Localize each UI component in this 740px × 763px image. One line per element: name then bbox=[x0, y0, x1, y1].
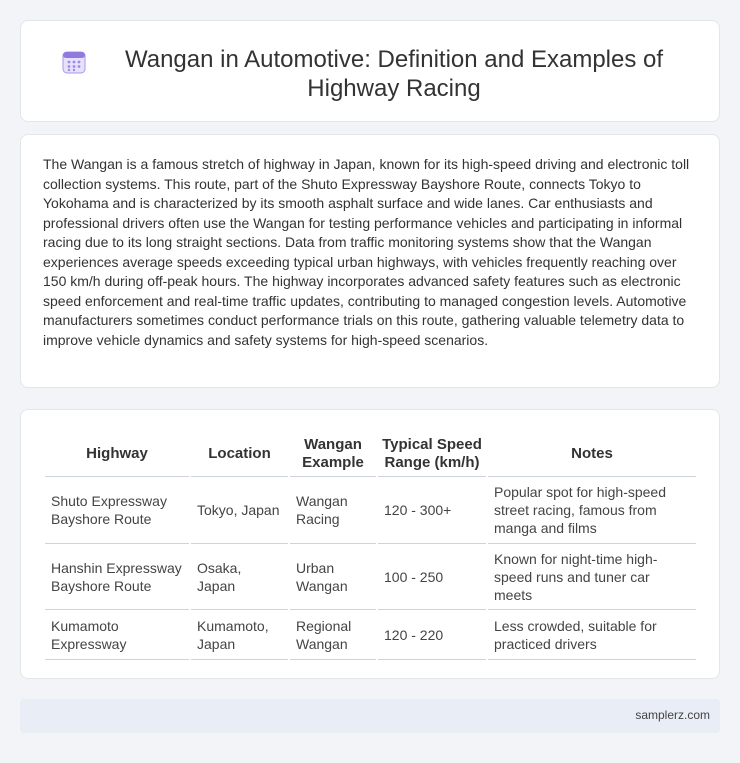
col-header-wangan-example: Wangan Example bbox=[290, 432, 376, 477]
footer-site-link[interactable]: samplerz.com bbox=[635, 708, 710, 722]
title-card: Wangan in Automotive: Definition and Exa… bbox=[20, 20, 720, 122]
cell-speed-range: 100 - 250 bbox=[378, 544, 486, 610]
cell-location: Osaka, Japan bbox=[191, 544, 288, 610]
cell-highway: Hanshin Expressway Bayshore Route bbox=[45, 544, 189, 610]
cell-speed-range: 120 - 300+ bbox=[378, 477, 486, 544]
cell-location: Tokyo, Japan bbox=[191, 477, 288, 544]
cell-notes: Less crowded, suitable for practiced dri… bbox=[488, 610, 696, 660]
intro-paragraph: The Wangan is a famous stretch of highwa… bbox=[43, 156, 690, 348]
cell-wangan-example: Urban Wangan bbox=[290, 544, 376, 610]
cell-wangan-example: Regional Wangan bbox=[290, 610, 376, 660]
cell-location: Kumamoto, Japan bbox=[191, 610, 288, 660]
cell-speed-range: 120 - 220 bbox=[378, 610, 486, 660]
table-row: Kumamoto Expressway Kumamoto, Japan Regi… bbox=[45, 610, 696, 660]
footer-bar: samplerz.com bbox=[20, 699, 720, 733]
intro-card: The Wangan is a famous stretch of highwa… bbox=[20, 134, 720, 388]
cell-highway: Shuto Expressway Bayshore Route bbox=[45, 477, 189, 544]
table-row: Shuto Expressway Bayshore Route Tokyo, J… bbox=[45, 477, 696, 544]
calendar-icon bbox=[62, 51, 86, 74]
wangan-table: Highway Location Wangan Example Typical … bbox=[43, 432, 698, 660]
col-header-highway: Highway bbox=[45, 432, 189, 477]
table-card: Highway Location Wangan Example Typical … bbox=[20, 409, 720, 679]
cell-notes: Known for night-time high-speed runs and… bbox=[488, 544, 696, 610]
cell-wangan-example: Wangan Racing bbox=[290, 477, 376, 544]
col-header-notes: Notes bbox=[488, 432, 696, 477]
table-header-row: Highway Location Wangan Example Typical … bbox=[45, 432, 696, 477]
table-row: Hanshin Expressway Bayshore Route Osaka,… bbox=[45, 544, 696, 610]
cell-highway: Kumamoto Expressway bbox=[45, 610, 189, 660]
page-title: Wangan in Automotive: Definition and Exa… bbox=[124, 46, 664, 102]
col-header-location: Location bbox=[191, 432, 288, 477]
col-header-speed-range: Typical Speed Range (km/h) bbox=[378, 432, 486, 477]
cell-notes: Popular spot for high-speed street racin… bbox=[488, 477, 696, 544]
